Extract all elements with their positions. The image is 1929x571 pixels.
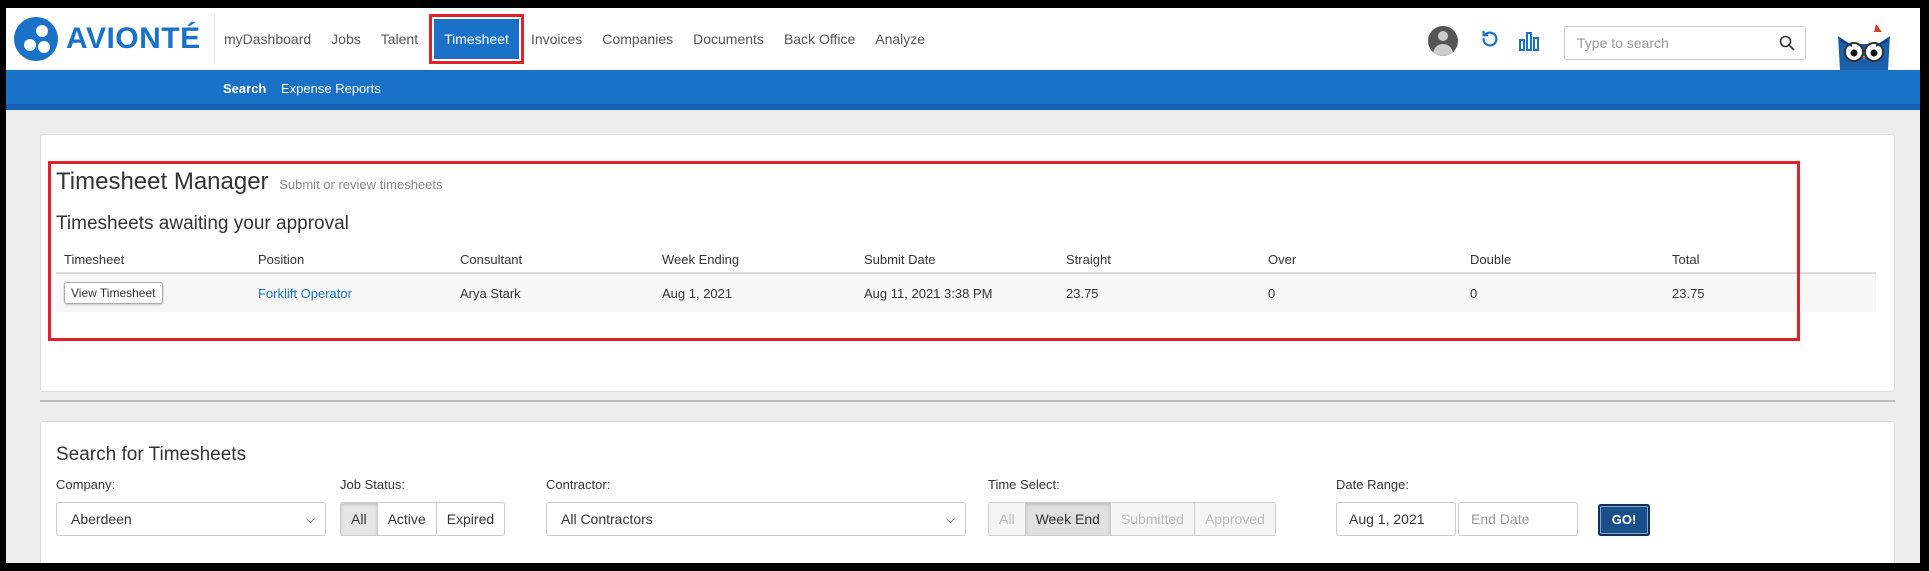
owl-mascot-icon[interactable] [1832,22,1896,70]
view-timesheet-button[interactable]: View Timesheet [64,282,163,304]
date-start-input[interactable]: Aug 1, 2021 [1336,502,1456,536]
job-status-label: Job Status: [340,477,406,492]
date-range-label: Date Range: [1336,477,1409,492]
cell-submit-date: Aug 11, 2021 3:38 PM [864,285,993,301]
table-row: View Timesheet Forklift Operator Arya St… [56,274,1876,312]
subnav-expense-reports[interactable]: Expense Reports [281,81,381,96]
time-select-label: Time Select: [988,477,1060,492]
contractor-select[interactable]: All Contractors ⌵ [546,502,966,536]
app-window: AVIONTÉ myDashboard Jobs Talent Timeshee… [6,8,1920,563]
refresh-icon[interactable] [1478,28,1502,52]
time-select-week-end[interactable]: Week End [1025,503,1111,535]
cell-double: 0 [1470,285,1478,301]
top-nav: AVIONTÉ myDashboard Jobs Talent Timeshee… [6,8,1920,70]
go-button[interactable]: GO! [1598,504,1650,536]
nav-item-talent[interactable]: Talent [381,31,418,47]
contractor-select-value: All Contractors [561,511,653,527]
nav-item-jobs[interactable]: Jobs [331,31,361,47]
section-divider [40,400,1895,402]
page-title: Timesheet Manager Submit or review times… [56,168,443,196]
contractor-label: Contractor: [546,477,611,492]
date-end-input[interactable]: End Date [1458,502,1578,536]
search-icon[interactable] [1779,35,1795,51]
nav-item-mydashboard[interactable]: myDashboard [224,31,311,47]
nav-item-timesheet[interactable]: Timesheet [429,14,524,64]
search-timesheets-panel [40,421,1895,563]
time-select-submitted[interactable]: Submitted [1110,503,1195,535]
nav-item-companies[interactable]: Companies [602,31,673,47]
position-link[interactable]: Forklift Operator [258,286,460,301]
chevron-down-icon: ⌵ [945,512,955,526]
main-menu: myDashboard Jobs Talent Timesheet Invoic… [224,8,945,70]
cell-timesheet: View Timesheet [56,282,258,304]
search-heading: Search for Timesheets [56,444,247,465]
logo-text: AVIONTÉ [66,22,201,55]
chevron-down-icon: ⌵ [305,512,315,526]
job-status-all[interactable]: All [341,503,378,535]
table-header: Timesheet Position Consultant Week Endin… [56,246,1876,274]
col-week-ending[interactable]: Week Ending [662,252,864,267]
search-box [1564,26,1806,60]
time-select-approved[interactable]: Approved [1194,503,1275,535]
cell-week-ending: Aug 1, 2021 [662,285,733,301]
bar-chart-icon[interactable] [1518,30,1540,52]
col-submit-date[interactable]: Submit Date [864,252,1066,267]
col-consultant[interactable]: Consultant [460,252,662,267]
time-select-group: All Week End Submitted Approved [988,502,1276,536]
logo-mark-icon [14,17,58,61]
approval-table: Timesheet Position Consultant Week Endin… [56,246,1876,312]
nav-divider [214,14,215,64]
job-status-active[interactable]: Active [378,503,437,535]
job-status-group: All Active Expired [340,502,506,536]
time-select-all[interactable]: All [989,503,1026,535]
user-avatar-icon[interactable] [1428,26,1458,56]
col-total[interactable]: Total [1672,252,1874,267]
col-double[interactable]: Double [1470,252,1672,267]
nav-item-back-office[interactable]: Back Office [784,31,855,47]
company-label: Company: [56,477,116,492]
col-position[interactable]: Position [258,252,460,267]
logo[interactable]: AVIONTÉ [14,17,201,61]
company-select-value: Aberdeen [71,511,132,527]
job-status-expired[interactable]: Expired [437,503,504,535]
nav-item-documents[interactable]: Documents [693,31,764,47]
search-input[interactable] [1565,27,1765,59]
nav-item-invoices[interactable]: Invoices [531,31,582,47]
cell-straight: 23.75 [1066,285,1099,301]
sub-nav: Search Expense Reports [6,70,1920,110]
col-timesheet[interactable]: Timesheet [56,252,258,267]
company-select[interactable]: Aberdeen ⌵ [56,502,326,536]
cell-total: 23.75 [1672,285,1705,301]
cell-consultant: Arya Stark [460,285,521,301]
page-subtitle: Submit or review timesheets [279,177,443,192]
awaiting-approval-heading: Timesheets awaiting your approval [56,213,349,234]
subnav-search[interactable]: Search [223,81,266,96]
page-title-text: Timesheet Manager [56,168,269,195]
col-straight[interactable]: Straight [1066,252,1268,267]
nav-item-analyze[interactable]: Analyze [875,31,925,47]
cell-over: 0 [1268,285,1276,301]
col-over[interactable]: Over [1268,252,1470,267]
